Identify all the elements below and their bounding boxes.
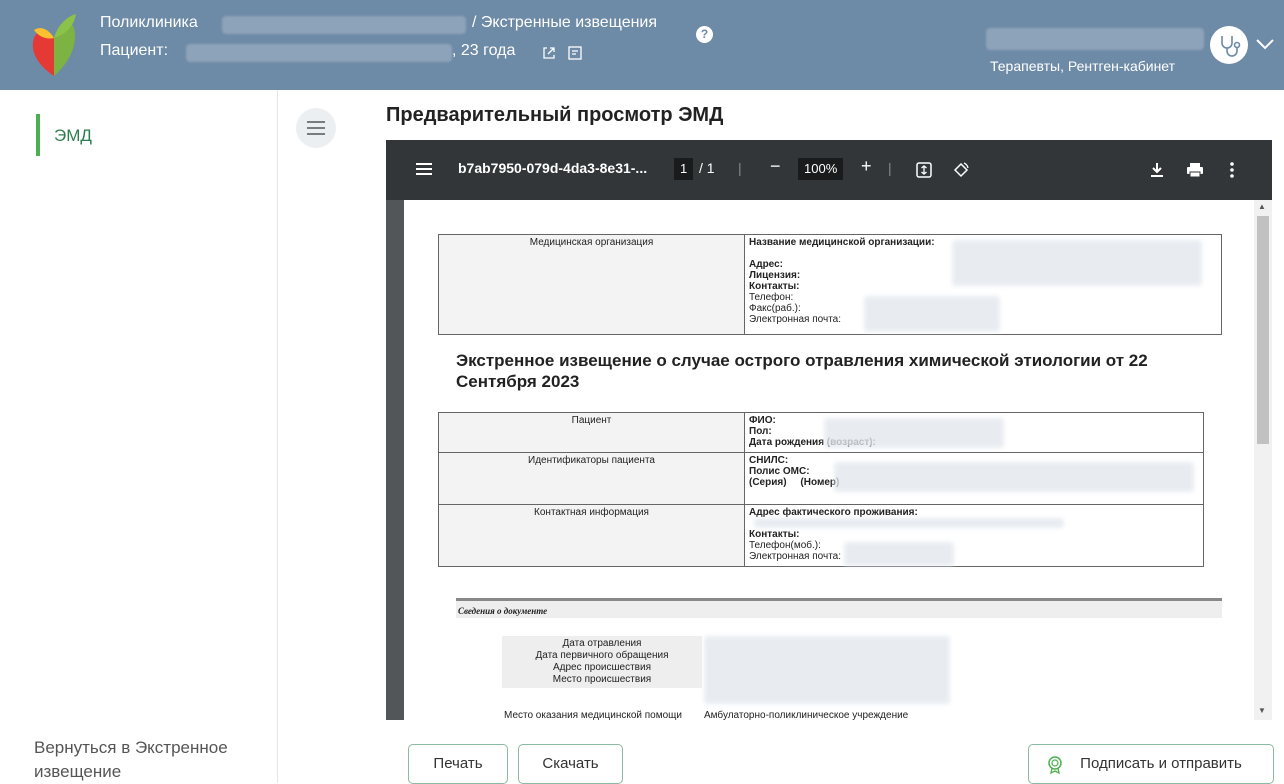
active-indicator bbox=[36, 114, 40, 156]
pdf-page: Медицинская организация Название медицин… bbox=[404, 200, 1254, 720]
external-link-icon[interactable] bbox=[542, 46, 556, 60]
clinic-label: Поликлиника bbox=[100, 14, 198, 31]
care-place-value: Амбулаторно-поликлиническое учреждение bbox=[704, 710, 909, 720]
scroll-up-arrow[interactable]: ▲ bbox=[1258, 202, 1266, 211]
zoom-input[interactable]: 100% bbox=[798, 158, 844, 180]
sidebar-item-emd[interactable]: ЭМД bbox=[54, 126, 92, 146]
download-icon[interactable] bbox=[1150, 162, 1164, 178]
document-title: Экстренное извещение о случае острого от… bbox=[456, 351, 1148, 391]
org-label: Медицинская организация bbox=[438, 234, 745, 335]
ids-label: Идентификаторы пациента bbox=[438, 452, 745, 505]
redacted-area bbox=[754, 518, 1064, 528]
redacted-area bbox=[952, 240, 1202, 286]
patient-label: Пациент: bbox=[100, 42, 169, 59]
contact-label: Контактная информация bbox=[438, 504, 745, 567]
first-visit-date-label: Дата первичного обращения bbox=[535, 650, 669, 661]
file-name: b7ab7950-079d-4da3-8e31-... bbox=[458, 160, 648, 176]
menu-icon bbox=[307, 121, 325, 135]
contact-email-field: Электронная почта: bbox=[749, 551, 842, 562]
certificate-icon bbox=[1048, 756, 1062, 774]
menu-icon[interactable] bbox=[416, 162, 432, 176]
contacts-field: Контакты: bbox=[749, 529, 800, 540]
more-options-icon[interactable] bbox=[1230, 162, 1234, 178]
section-title: Сведения о документе bbox=[458, 606, 548, 616]
info-labels: Дата отравления Дата первичного обращени… bbox=[502, 636, 702, 688]
toolbar-divider: | bbox=[888, 160, 892, 176]
redacted-area bbox=[844, 542, 954, 566]
sidebar: ЭМД Вернуться в Экстренное извещение bbox=[0, 90, 278, 783]
patient-label: Пациент bbox=[438, 412, 745, 453]
user-name-redacted bbox=[986, 28, 1204, 50]
back-to-notice-link[interactable]: Вернуться в Экстренное извещение bbox=[34, 736, 274, 784]
poisoning-date-label: Дата отравления bbox=[562, 638, 642, 649]
redacted-area bbox=[864, 296, 1000, 332]
clinic-name-redacted bbox=[222, 16, 466, 34]
mobile-phone-field: Телефон(моб.): bbox=[749, 540, 821, 551]
breadcrumb[interactable]: / Экстренные извещения bbox=[472, 14, 657, 32]
user-avatar[interactable] bbox=[1210, 26, 1248, 64]
download-button[interactable]: Скачать bbox=[518, 744, 623, 784]
department-label: Терапевты, Рентген-кабинет bbox=[990, 58, 1176, 74]
sign-and-send-label: Подписать и отправить bbox=[1080, 755, 1242, 772]
incident-address-label: Адрес происшествия bbox=[552, 662, 651, 673]
sign-and-send-button[interactable]: Подписать и отправить bbox=[1028, 744, 1274, 784]
residence-address-field: Адрес фактического проживания: bbox=[749, 507, 918, 518]
document-card-icon[interactable] bbox=[568, 46, 582, 60]
incident-place-label: Место происшествия bbox=[552, 674, 652, 685]
patient-name-redacted bbox=[186, 44, 452, 62]
help-icon[interactable]: ? bbox=[696, 26, 713, 43]
page-title: Предварительный просмотр ЭМД bbox=[386, 104, 724, 126]
menu-toggle-button[interactable] bbox=[296, 108, 336, 148]
scroll-down-arrow[interactable]: ▼ bbox=[1258, 706, 1266, 715]
redacted-area bbox=[824, 418, 1004, 448]
app-logo-icon bbox=[32, 14, 76, 76]
redacted-area bbox=[704, 636, 950, 704]
stethoscope-icon bbox=[1221, 36, 1241, 57]
contact-details: Адрес фактического проживания: Контакты:… bbox=[744, 504, 1204, 567]
toolbar-divider: | bbox=[738, 160, 742, 176]
page-total: / 1 bbox=[699, 160, 715, 176]
rotate-icon[interactable] bbox=[952, 161, 970, 179]
print-button[interactable]: Печать bbox=[408, 744, 508, 784]
zoom-out-button[interactable]: − bbox=[770, 156, 781, 177]
print-icon[interactable] bbox=[1186, 162, 1204, 178]
care-place-label: Место оказания медицинской помощи bbox=[504, 710, 682, 720]
pdf-toolbar: b7ab7950-079d-4da3-8e31-... 1 / 1 | − 10… bbox=[386, 140, 1272, 200]
zoom-in-button[interactable]: + bbox=[861, 156, 872, 177]
fit-page-icon[interactable] bbox=[916, 162, 932, 178]
app-header: Поликлиника / Экстренные извещения ? Пац… bbox=[0, 0, 1284, 90]
chevron-down-icon[interactable] bbox=[1254, 36, 1276, 52]
pdf-viewer[interactable]: b7ab7950-079d-4da3-8e31-... 1 / 1 | − 10… bbox=[386, 140, 1272, 720]
redacted-area bbox=[834, 462, 1194, 492]
patient-age: , 23 года bbox=[452, 42, 516, 59]
section-divider bbox=[456, 598, 1222, 618]
pdf-scrollbar-thumb[interactable] bbox=[1257, 216, 1269, 444]
page-number-input[interactable]: 1 bbox=[674, 158, 694, 180]
